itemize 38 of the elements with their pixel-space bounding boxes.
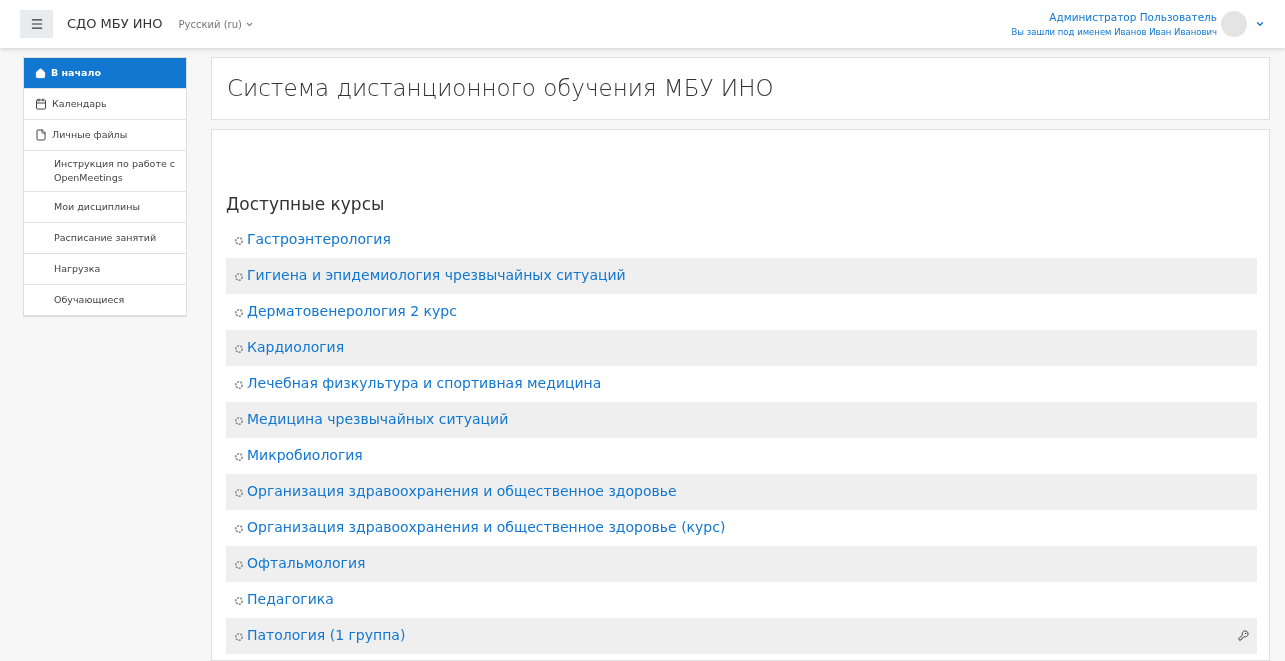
course-icon [234,344,244,354]
course-link[interactable]: Патология (1 группа) [247,625,406,646]
course-link[interactable]: Гастроэнтерология [247,229,391,250]
menu-button[interactable] [20,10,53,38]
page-title: Система дистанционного обучения МБУ ИНО [227,74,774,104]
course-link[interactable]: Дерматовенерология 2 курс [247,301,457,322]
course-icon [234,524,244,534]
course-icon [234,452,244,462]
logged-in-as-link[interactable]: Вы зашли под именем Иванов Иван Иванович [1011,25,1217,39]
home-icon [35,67,46,79]
course-link[interactable]: Педагогика [247,589,334,610]
file-icon [35,129,47,141]
course-link[interactable]: Микробиология [247,445,363,466]
course-icon [234,488,244,498]
courses-heading: Доступные курсы [226,193,386,216]
course-icon [234,272,244,282]
course-link[interactable]: Лечебная физкультура и спортивная медицина [247,373,602,394]
course-icon [234,632,244,642]
course-icon [234,308,244,318]
course-link[interactable]: Медицина чрезвычайных ситуаций [247,409,509,430]
course-icon [234,596,244,606]
sidebar-item[interactable]: В начало [24,58,186,89]
course-link[interactable]: Организация здравоохранения и общественное здоровье [247,481,677,502]
site-name: СДО МБУ ИНО [67,15,163,34]
course-icon [234,380,244,390]
language-menu[interactable]: Русский (ru) [178,16,254,32]
key-icon [1238,630,1249,641]
course-icon [234,416,244,426]
course-icon [234,236,244,246]
course-link[interactable]: Кардиология [247,337,345,358]
course-link[interactable]: Гигиена и эпидемиология чрезвычайных ситуаций [247,265,626,286]
course-link[interactable]: Организация здравоохранения и общественное здоровье (курс) [247,517,726,538]
user-name-link[interactable]: Администратор Пользователь [1049,9,1217,26]
calendar-icon [35,98,47,110]
caret-icon[interactable] [1255,19,1265,29]
menu-icon [29,17,44,31]
course-link[interactable]: Офтальмология [247,553,366,574]
course-icon [234,560,244,570]
